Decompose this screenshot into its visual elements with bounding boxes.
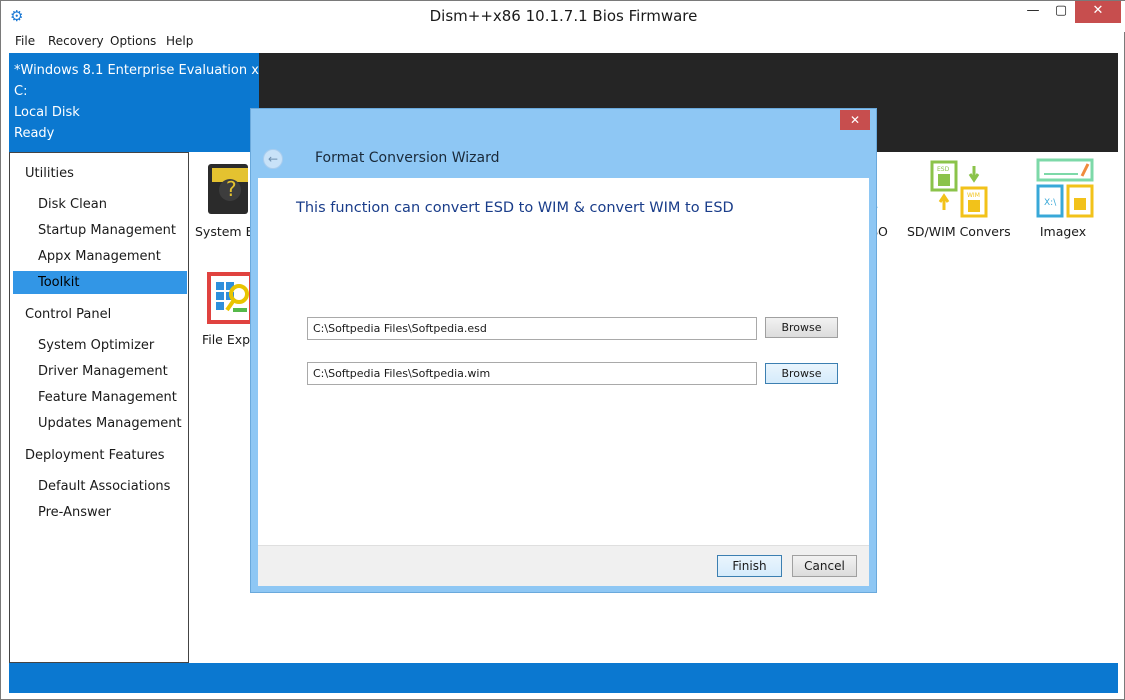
file-explorer-icon <box>207 272 251 324</box>
tool-file-explorer[interactable]: File Exp <box>201 270 251 347</box>
sidebar: Utilities Disk Clean Startup Management … <box>9 152 189 663</box>
dialog-title: Format Conversion Wizard <box>315 150 500 166</box>
tool-label: SD/WIM Conversio <box>907 224 1011 239</box>
sidebar-item-disk-clean[interactable]: Disk Clean <box>13 193 187 216</box>
sidebar-item-appx-management[interactable]: Appx Management <box>13 245 187 268</box>
tool-label: File Exp <box>201 332 251 347</box>
svg-text:?: ? <box>226 177 237 201</box>
sidebar-item-pre-answer[interactable]: Pre-Answer <box>13 501 187 524</box>
image-info-panel[interactable]: *Windows 8.1 Enterprise Evaluation x86 C… <box>9 53 276 152</box>
target-path-input[interactable] <box>307 362 757 385</box>
esd-wim-conversion-icon: ESD WIM <box>930 160 988 218</box>
sidebar-category-control-panel: Control Panel <box>25 307 112 322</box>
menu-options[interactable]: Options <box>110 34 156 48</box>
app-window: ⚙ Dism++x86 10.1.7.1 Bios Firmware — ▢ ✕… <box>0 0 1125 700</box>
sidebar-item-startup-management[interactable]: Startup Management <box>13 219 187 242</box>
tool-system-backup[interactable]: ? System B <box>195 160 251 239</box>
back-arrow-icon[interactable]: ← <box>263 149 283 169</box>
tool-label: Imagex <box>1039 224 1087 239</box>
menu-bar: File Recovery Options Help <box>9 32 1119 51</box>
cancel-button[interactable]: Cancel <box>792 555 857 577</box>
finish-button[interactable]: Finish <box>717 555 782 577</box>
maximize-button[interactable]: ▢ <box>1047 1 1075 23</box>
sidebar-item-toolkit[interactable]: Toolkit <box>13 271 187 294</box>
tool-esd-wim-conversion[interactable]: ESD WIM SD/WIM Conversio <box>907 160 1011 239</box>
sidebar-item-default-associations[interactable]: Default Associations <box>13 475 187 498</box>
menu-help[interactable]: Help <box>166 34 193 48</box>
dialog-close-button[interactable]: ✕ <box>840 110 870 130</box>
menu-file[interactable]: File <box>15 34 35 48</box>
dialog-header: ← Format Conversion Wizard <box>251 131 876 179</box>
svg-text:X:\: X:\ <box>1044 198 1057 208</box>
tool-label: System B <box>195 224 251 239</box>
sidebar-item-updates-management[interactable]: Updates Management <box>13 412 187 435</box>
imagex-icon: X:\ <box>1036 158 1094 218</box>
svg-text:WIM: WIM <box>967 192 980 199</box>
sidebar-item-driver-management[interactable]: Driver Management <box>13 360 187 383</box>
format-conversion-dialog: ✕ ← Format Conversion Wizard This functi… <box>250 108 877 593</box>
sidebar-item-system-optimizer[interactable]: System Optimizer <box>13 334 187 357</box>
minimize-button[interactable]: — <box>1019 1 1047 23</box>
source-path-input[interactable] <box>307 317 757 340</box>
sidebar-category-utilities: Utilities <box>25 166 74 181</box>
title-bar[interactable]: ⚙ Dism++x86 10.1.7.1 Bios Firmware — ▢ ✕ <box>1 1 1125 32</box>
menu-recovery[interactable]: Recovery <box>48 34 104 48</box>
sidebar-category-deployment: Deployment Features <box>25 448 165 463</box>
disk-backup-icon: ? <box>208 164 248 214</box>
status-text: Ready <box>14 126 55 141</box>
browse-source-button[interactable]: Browse <box>765 317 838 338</box>
disk-label: Local Disk <box>14 105 80 120</box>
tool-imagex[interactable]: X:\ Imagex <box>1027 158 1099 239</box>
dialog-body: This function can convert ESD to WIM & c… <box>258 178 869 586</box>
close-button[interactable]: ✕ <box>1075 1 1121 23</box>
window-title: Dism++x86 10.1.7.1 Bios Firmware <box>429 7 698 25</box>
drive-letter: C: <box>14 84 28 99</box>
os-name: *Windows 8.1 Enterprise Evaluation x86 <box>14 63 276 78</box>
sidebar-item-feature-management[interactable]: Feature Management <box>13 386 187 409</box>
dialog-footer: Finish Cancel <box>258 545 869 586</box>
svg-text:ESD: ESD <box>937 166 950 173</box>
status-bar <box>9 663 1118 693</box>
browse-target-button[interactable]: Browse <box>765 363 838 384</box>
dialog-message: This function can convert ESD to WIM & c… <box>296 200 734 216</box>
